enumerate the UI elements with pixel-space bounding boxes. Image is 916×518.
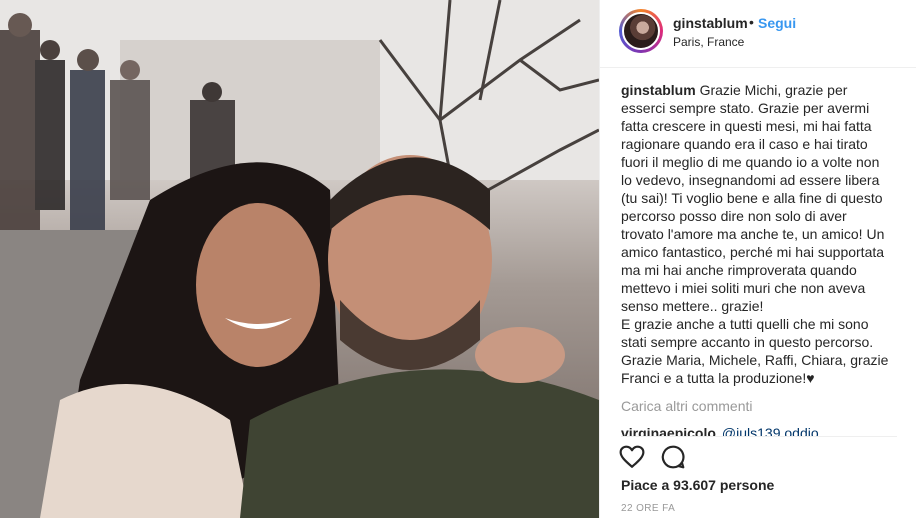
likes-count[interactable]: Piace a 93.607 persone xyxy=(621,477,774,493)
post-side-panel: ginstablum • Segui Paris, France ginstab… xyxy=(599,0,916,518)
location-link[interactable]: Paris, France xyxy=(673,35,744,49)
divider xyxy=(621,436,897,437)
comment-mention[interactable]: @juls139 oddio xyxy=(722,425,819,436)
likes-label[interactable]: Piace a 93.607 persone xyxy=(621,477,774,493)
comment-username[interactable]: virginaepicolo xyxy=(621,425,716,436)
follow-button[interactable]: Segui xyxy=(758,15,796,31)
caption-username[interactable]: ginstablum xyxy=(621,82,696,98)
caption-text: Grazie Michi, grazie per esserci sempre … xyxy=(621,82,889,386)
load-more-comments-button[interactable]: Carica altri commenti xyxy=(621,398,752,414)
username-link[interactable]: ginstablum xyxy=(673,15,748,31)
photo-illustration xyxy=(0,0,599,518)
post-photo[interactable] xyxy=(0,0,599,518)
avatar[interactable] xyxy=(622,12,660,50)
comment-item: virginaepicolo @juls139 oddio xyxy=(621,424,911,436)
post-timestamp[interactable]: 22 ORE FA xyxy=(621,503,675,514)
separator-dot: • xyxy=(749,14,754,30)
profile-avatar-ring[interactable] xyxy=(619,9,663,53)
post-header: ginstablum • Segui Paris, France xyxy=(600,0,916,68)
caption: ginstablum Grazie Michi, grazie per esse… xyxy=(621,81,893,387)
comment-bubble-icon[interactable] xyxy=(660,444,686,470)
heart-icon[interactable] xyxy=(619,444,645,470)
